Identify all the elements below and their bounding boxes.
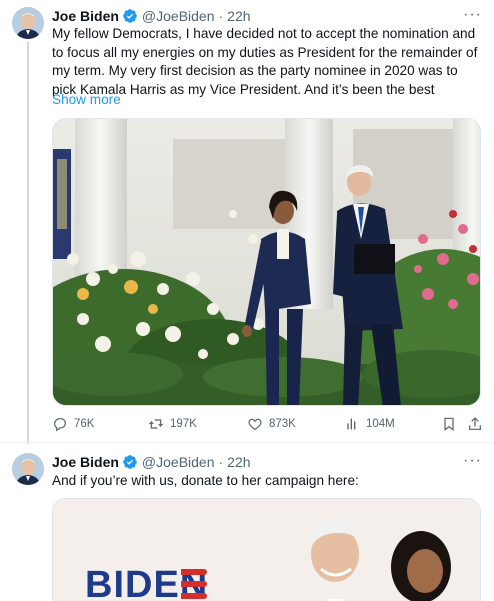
photo-harris-biden bbox=[53, 119, 480, 405]
views-count: 104M bbox=[366, 418, 395, 430]
tweet-actions: 76K 197K 873K 104M bbox=[52, 416, 482, 436]
logo-stripes bbox=[181, 569, 207, 601]
tweet-header: Joe Biden @JoeBiden · 22h bbox=[52, 452, 251, 472]
timestamp[interactable]: 22h bbox=[227, 454, 250, 470]
tweet-2[interactable]: Joe Biden @JoeBiden · 22h ··· And if you… bbox=[0, 446, 494, 601]
repost-count: 197K bbox=[170, 418, 197, 430]
verified-badge-icon bbox=[122, 8, 138, 24]
tweet-text: And if you’re with us, donate to her cam… bbox=[52, 473, 359, 488]
reply-icon bbox=[54, 418, 66, 432]
campaign-link-card[interactable]: BIDEN bbox=[52, 498, 481, 601]
author-handle[interactable]: @JoeBiden bbox=[142, 8, 215, 24]
reply-button[interactable]: 76K bbox=[52, 416, 94, 432]
author-name[interactable]: Joe Biden bbox=[52, 8, 119, 24]
author-name[interactable]: Joe Biden bbox=[52, 454, 119, 470]
tweet-header: Joe Biden @JoeBiden · 22h bbox=[52, 6, 251, 26]
bookmark-button[interactable] bbox=[441, 416, 463, 432]
reply-count: 76K bbox=[74, 418, 95, 430]
verified-badge-icon bbox=[122, 454, 138, 470]
bookmark-icon bbox=[444, 417, 454, 431]
show-more-link[interactable]: Show more bbox=[52, 92, 121, 107]
like-count: 873K bbox=[269, 418, 296, 430]
repost-button[interactable]: 197K bbox=[148, 416, 197, 432]
author-handle[interactable]: @JoeBiden bbox=[142, 454, 215, 470]
share-icon bbox=[469, 417, 481, 430]
views-button[interactable]: 104M bbox=[344, 416, 395, 432]
share-button[interactable] bbox=[467, 416, 489, 432]
tweet-divider bbox=[0, 442, 494, 443]
repost-icon bbox=[148, 419, 164, 429]
analytics-icon bbox=[347, 418, 356, 430]
more-icon[interactable]: ··· bbox=[463, 5, 482, 25]
like-button[interactable]: 873K bbox=[247, 416, 296, 432]
tweet-photo[interactable] bbox=[52, 118, 481, 406]
more-icon[interactable]: ··· bbox=[463, 451, 482, 471]
separator-dot: · bbox=[218, 8, 224, 24]
tweet-1[interactable]: Joe Biden @JoeBiden · 22h ··· My fellow … bbox=[0, 0, 494, 440]
timestamp[interactable]: 22h bbox=[227, 8, 250, 24]
tweet-text: My fellow Democrats, I have decided not … bbox=[52, 26, 478, 97]
thread-connector bbox=[27, 42, 29, 444]
heart-icon bbox=[248, 418, 262, 431]
avatar[interactable] bbox=[12, 7, 44, 39]
avatar[interactable] bbox=[12, 453, 44, 485]
separator-dot: · bbox=[218, 454, 224, 470]
